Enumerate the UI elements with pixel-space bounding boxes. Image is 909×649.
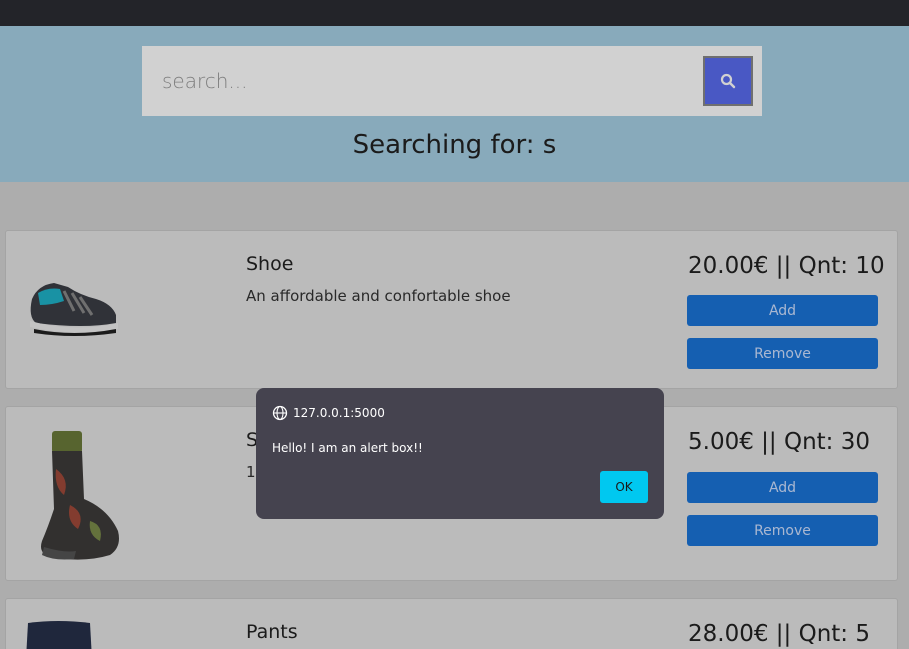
ok-button[interactable]: OK <box>600 471 648 503</box>
alert-origin: 127.0.0.1:5000 <box>272 405 385 421</box>
modal-overlay <box>0 0 909 649</box>
globe-icon <box>272 405 288 421</box>
alert-dialog: 127.0.0.1:5000 Hello! I am an alert box!… <box>256 388 664 519</box>
alert-message: Hello! I am an alert box!! <box>272 441 423 455</box>
alert-origin-text: 127.0.0.1:5000 <box>293 406 385 420</box>
